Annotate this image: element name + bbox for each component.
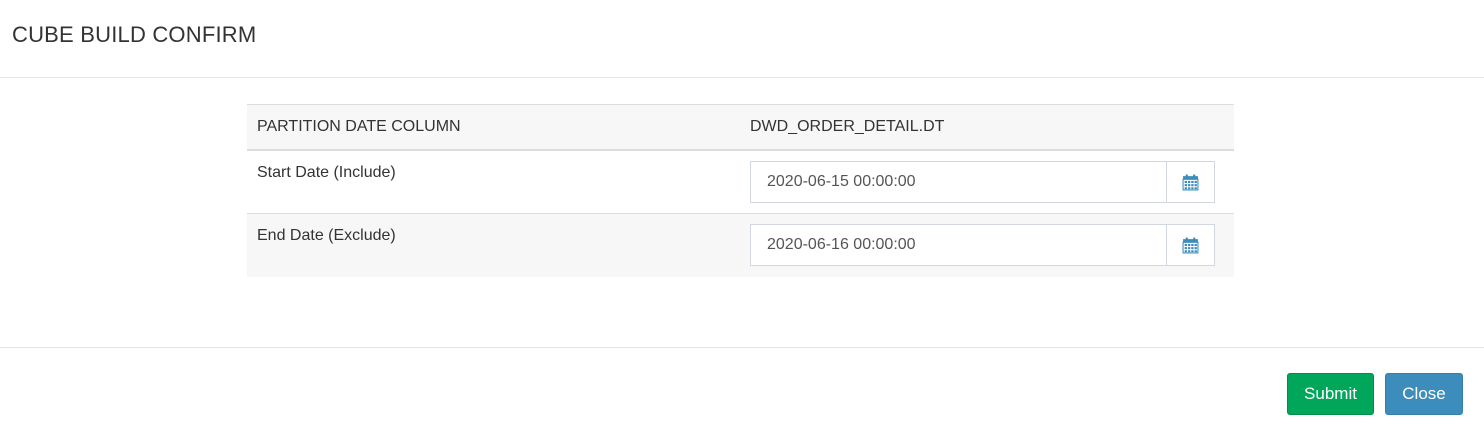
close-button[interactable]: Close bbox=[1385, 373, 1463, 415]
calendar-icon bbox=[1182, 237, 1199, 253]
confirm-table: PARTITION DATE COLUMN DWD_ORDER_DETAIL.D… bbox=[247, 104, 1234, 277]
partition-column-row: PARTITION DATE COLUMN DWD_ORDER_DETAIL.D… bbox=[247, 104, 1234, 151]
end-date-label: End Date (Exclude) bbox=[257, 227, 396, 244]
submit-button[interactable]: Submit bbox=[1287, 373, 1374, 415]
end-date-input[interactable] bbox=[750, 224, 1166, 266]
partition-column-value: DWD_ORDER_DETAIL.DT bbox=[750, 118, 945, 135]
modal-title: CUBE BUILD CONFIRM bbox=[12, 22, 257, 47]
cube-build-confirm-dialog: CUBE BUILD CONFIRM PARTITION DATE COLUMN… bbox=[0, 0, 1484, 432]
partition-column-label: PARTITION DATE COLUMN bbox=[257, 118, 461, 135]
end-date-picker bbox=[750, 224, 1215, 266]
modal-footer: Submit Close bbox=[0, 347, 1484, 432]
start-date-row: Start Date (Include) bbox=[247, 151, 1234, 214]
end-date-cell bbox=[750, 214, 1234, 277]
start-date-calendar-button[interactable] bbox=[1166, 161, 1215, 203]
end-date-row: End Date (Exclude) bbox=[247, 214, 1234, 277]
start-date-picker bbox=[750, 161, 1215, 203]
start-date-cell bbox=[750, 151, 1234, 213]
start-date-input[interactable] bbox=[750, 161, 1166, 203]
modal-body: PARTITION DATE COLUMN DWD_ORDER_DETAIL.D… bbox=[0, 78, 1484, 347]
end-date-calendar-button[interactable] bbox=[1166, 224, 1215, 266]
calendar-icon bbox=[1182, 174, 1199, 190]
modal-header: CUBE BUILD CONFIRM bbox=[0, 0, 1484, 78]
start-date-label: Start Date (Include) bbox=[257, 164, 396, 181]
